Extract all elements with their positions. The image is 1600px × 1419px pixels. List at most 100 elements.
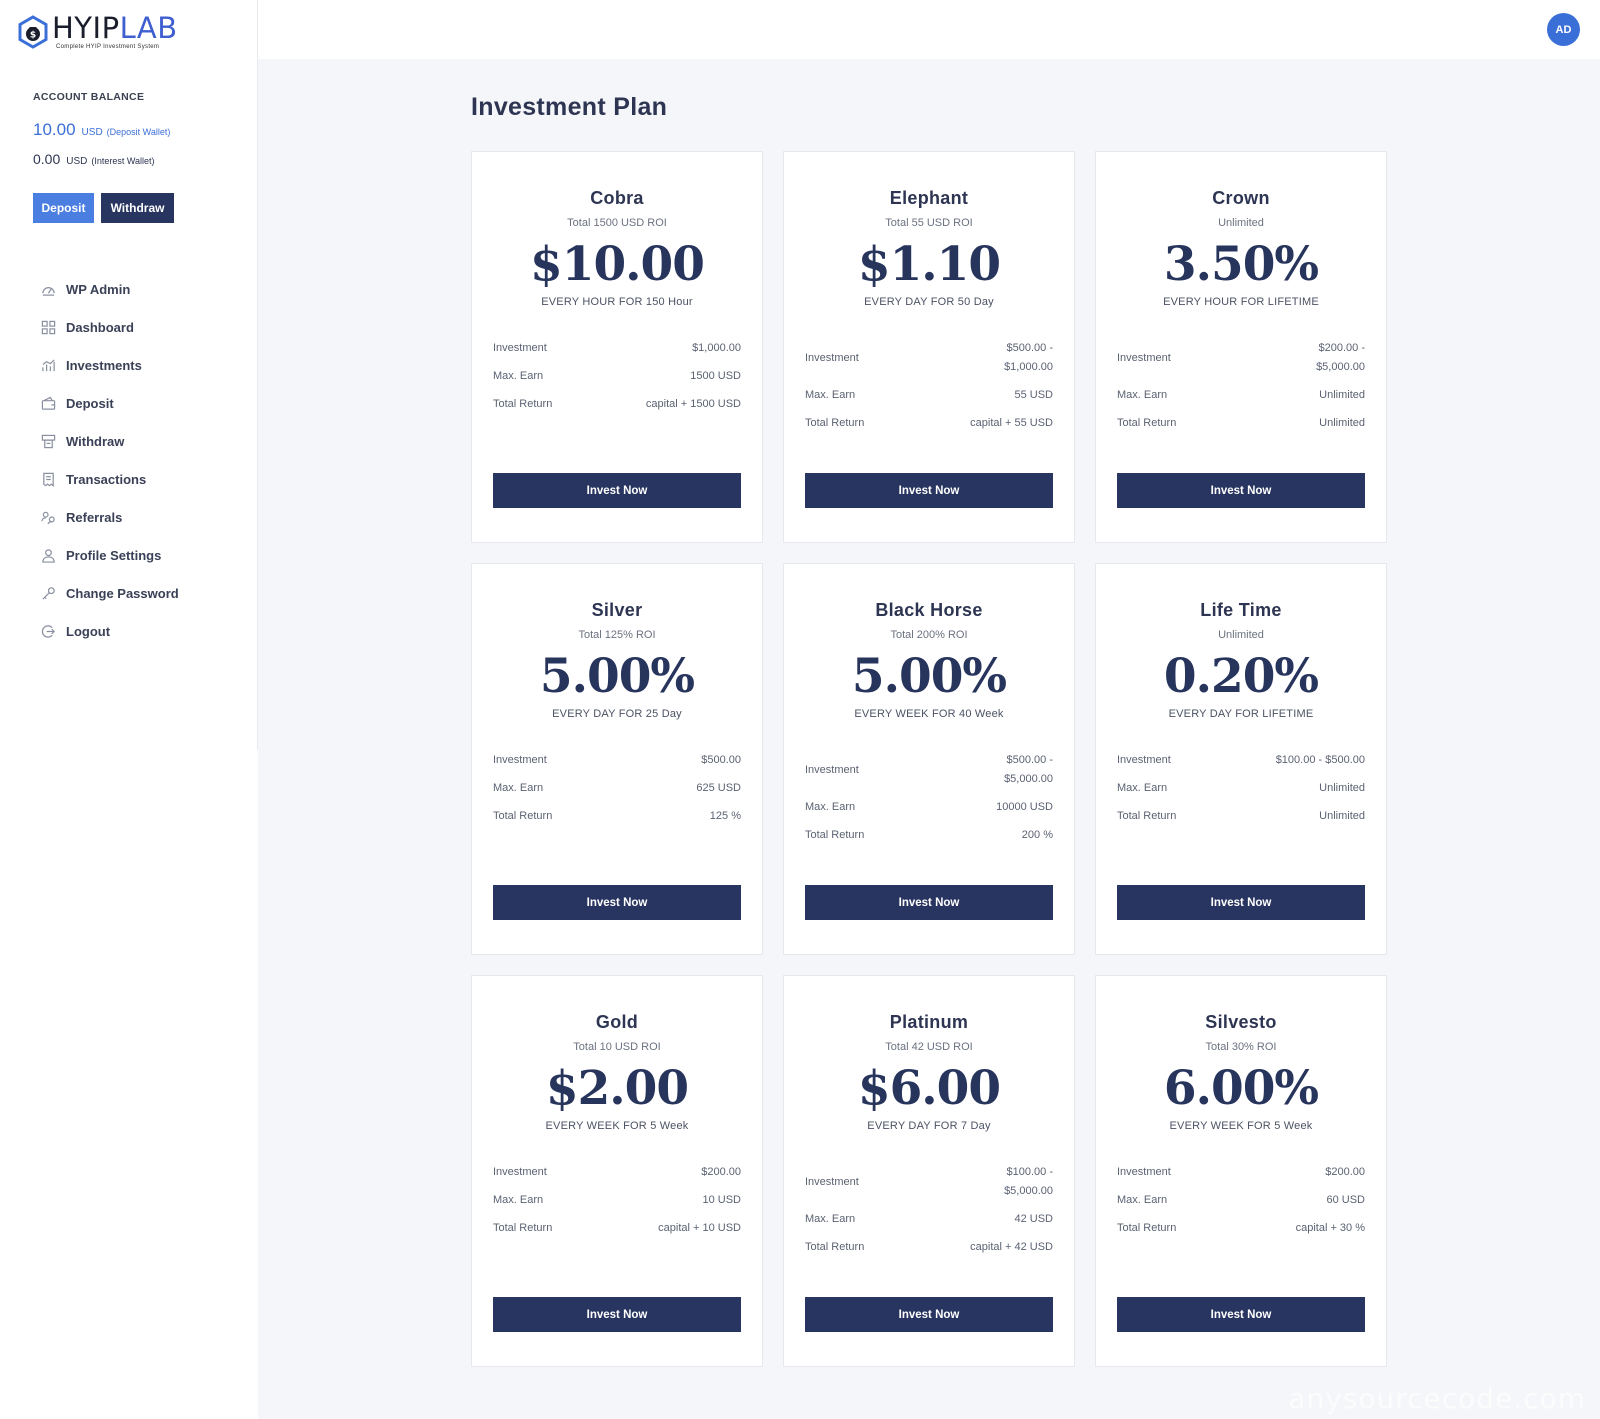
plan-period: EVERY HOUR FOR 150 Hour <box>541 296 693 308</box>
brand-logo[interactable]: $ HYIPLAB Complete HYIP Investment Syste… <box>16 14 178 50</box>
plan-card: Black Horse Total 200% ROI 5.00% EVERY WEEK… <box>783 563 1075 955</box>
total-return-value: Unlimited <box>1319 416 1365 429</box>
chart-icon <box>40 357 56 373</box>
interest-wallet-label: (Interest Wallet) <box>91 156 155 166</box>
sidebar-item-referrals[interactable]: Referrals <box>40 498 179 536</box>
total-return-row: Total Return Unlimited <box>1117 409 1365 437</box>
invest-now-button[interactable]: Invest Now <box>493 1297 741 1332</box>
max-earn-value: 42 USD <box>1014 1212 1053 1225</box>
investment-value: $200.00 <box>701 1163 741 1182</box>
sidebar-item-label: Withdraw <box>66 433 125 449</box>
invest-now-button[interactable]: Invest Now <box>1117 1297 1365 1332</box>
user-avatar[interactable]: AD <box>1547 13 1580 46</box>
plan-roi: Unlimited <box>1218 629 1264 641</box>
plan-card: Silver Total 125% ROI 5.00% EVERY DAY FOR 2… <box>471 563 763 955</box>
investment-label: Investment <box>805 1175 859 1188</box>
max-earn-value: 625 USD <box>696 781 741 794</box>
max-earn-label: Max. Earn <box>805 389 856 401</box>
sidebar-divider <box>257 0 258 750</box>
plan-details: Investment $200.00 - $5,000.00 Max. Earn Unl… <box>1117 334 1365 437</box>
top-bar: AD <box>258 0 1600 59</box>
sidebar-item-dashboard[interactable]: Dashboard <box>40 308 179 346</box>
plan-roi: Total 125% ROI <box>578 629 656 641</box>
total-return-label: Total Return <box>805 417 865 429</box>
investment-value: $500.00 - $5,000.00 <box>1004 751 1053 789</box>
sidebar-item-deposit[interactable]: Deposit <box>40 384 179 422</box>
deposit-wallet-currency: USD <box>81 127 103 138</box>
max-earn-value: Unlimited <box>1319 388 1365 401</box>
invest-now-button[interactable]: Invest Now <box>493 473 741 508</box>
plan-rate: 0.20% <box>1163 649 1319 704</box>
max-earn-value: 10 USD <box>702 1193 741 1206</box>
total-return-value: capital + 30 % <box>1295 1221 1365 1234</box>
investment-row: Investment $500.00 <box>493 746 741 774</box>
investment-value: $500.00 <box>701 751 741 770</box>
sidebar-item-investments[interactable]: Investments <box>40 346 179 384</box>
total-return-row: Total Return 200 % <box>805 821 1053 849</box>
sidebar-item-logout[interactable]: Logout <box>40 612 179 650</box>
max-earn-row: Max. Earn 55 USD <box>805 381 1053 409</box>
investment-row: Investment $500.00 - $1,000.00 <box>805 334 1053 381</box>
plan-details: Investment $500.00 - $5,000.00 Max. Earn 100… <box>805 746 1053 849</box>
max-earn-row: Max. Earn 10000 USD <box>805 793 1053 821</box>
max-earn-label: Max. Earn <box>493 1194 544 1206</box>
total-return-label: Total Return <box>493 1222 553 1234</box>
plan-rate: $10.00 <box>530 237 705 292</box>
sidebar-item-withdraw[interactable]: Withdraw <box>40 422 179 460</box>
withdraw-button[interactable]: Withdraw <box>101 193 174 223</box>
max-earn-label: Max. Earn <box>805 1213 856 1225</box>
investment-amount: $1,000.00 <box>692 341 741 354</box>
max-earn-row: Max. Earn 10 USD <box>493 1186 741 1214</box>
plan-name: Silver <box>591 600 643 620</box>
total-return-row: Total Return 125 % <box>493 802 741 830</box>
sidebar-item-change-password[interactable]: Change Password <box>40 574 179 612</box>
plan-name: Life Time <box>1200 600 1282 620</box>
investment-amount: $100.00 - $500.00 <box>1275 753 1365 766</box>
sidebar-item-label: Investments <box>66 357 142 373</box>
account-balance-label: ACCOUNT BALANCE <box>33 91 145 103</box>
max-earn-value: 1500 USD <box>690 369 741 382</box>
total-return-value: capital + 1500 USD <box>645 397 741 410</box>
max-earn-row: Max. Earn Unlimited <box>1117 381 1365 409</box>
plan-period: EVERY WEEK FOR 5 Week <box>1169 1120 1313 1132</box>
invest-now-button[interactable]: Invest Now <box>805 473 1053 508</box>
investment-value: $500.00 - $1,000.00 <box>1004 339 1053 377</box>
plan-details: Investment $500.00 - $1,000.00 Max. Earn 55 … <box>805 334 1053 437</box>
interest-wallet-balance: 0.00 USD (Interest Wallet) <box>33 151 155 167</box>
plan-grid: Cobra Total 1500 USD ROI $10.00 EVERY HOUR … <box>471 151 1387 1367</box>
invest-now-button[interactable]: Invest Now <box>493 885 741 920</box>
atm-icon <box>40 433 56 449</box>
investment-row: Investment $100.00 - $500.00 <box>1117 746 1365 774</box>
plan-card: Elephant Total 55 USD ROI $1.10 EVERY DAY F… <box>783 151 1075 543</box>
invest-now-button[interactable]: Invest Now <box>805 885 1053 920</box>
investment-row: Investment $200.00 - $5,000.00 <box>1117 334 1365 381</box>
investment-row: Investment $100.00 - $5,000.00 <box>805 1158 1053 1205</box>
max-earn-row: Max. Earn 60 USD <box>1117 1186 1365 1214</box>
investment-amount: $5,000.00 <box>1004 772 1053 785</box>
plan-name: Cobra <box>590 188 644 208</box>
total-return-value: capital + 42 USD <box>970 1240 1053 1253</box>
sidebar-item-wp-admin[interactable]: WP Admin <box>40 270 179 308</box>
invest-now-button[interactable]: Invest Now <box>1117 885 1365 920</box>
svg-text:$: $ <box>30 31 36 41</box>
sidebar-item-label: Transactions <box>66 471 147 487</box>
plan-rate: 5.00% <box>539 649 695 704</box>
total-return-value: capital + 10 USD <box>658 1221 741 1234</box>
max-earn-value: 10000 USD <box>996 800 1053 813</box>
invest-now-button[interactable]: Invest Now <box>1117 473 1365 508</box>
total-return-row: Total Return capital + 42 USD <box>805 1233 1053 1261</box>
sidebar-item-transactions[interactable]: Transactions <box>40 460 179 498</box>
sidebar-item-profile-settings[interactable]: Profile Settings <box>40 536 179 574</box>
deposit-button[interactable]: Deposit <box>33 193 94 223</box>
plan-card: Platinum Total 42 USD ROI $6.00 EVERY DAY F… <box>783 975 1075 1367</box>
investment-label: Investment <box>493 754 547 766</box>
plan-rate: $1.10 <box>857 237 1001 292</box>
max-earn-label: Max. Earn <box>1117 782 1168 794</box>
invest-now-button[interactable]: Invest Now <box>805 1297 1053 1332</box>
max-earn-label: Max. Earn <box>1117 389 1168 401</box>
sidebar-nav: WP Admin Dashboard Investments Deposit W… <box>40 270 179 650</box>
deposit-wallet-amount: 10.00 <box>33 120 76 139</box>
investment-value: $100.00 - $5,000.00 <box>1004 1163 1053 1201</box>
investment-amount: $500.00 - <box>1006 753 1053 766</box>
plan-period: EVERY DAY FOR LIFETIME <box>1168 708 1314 720</box>
